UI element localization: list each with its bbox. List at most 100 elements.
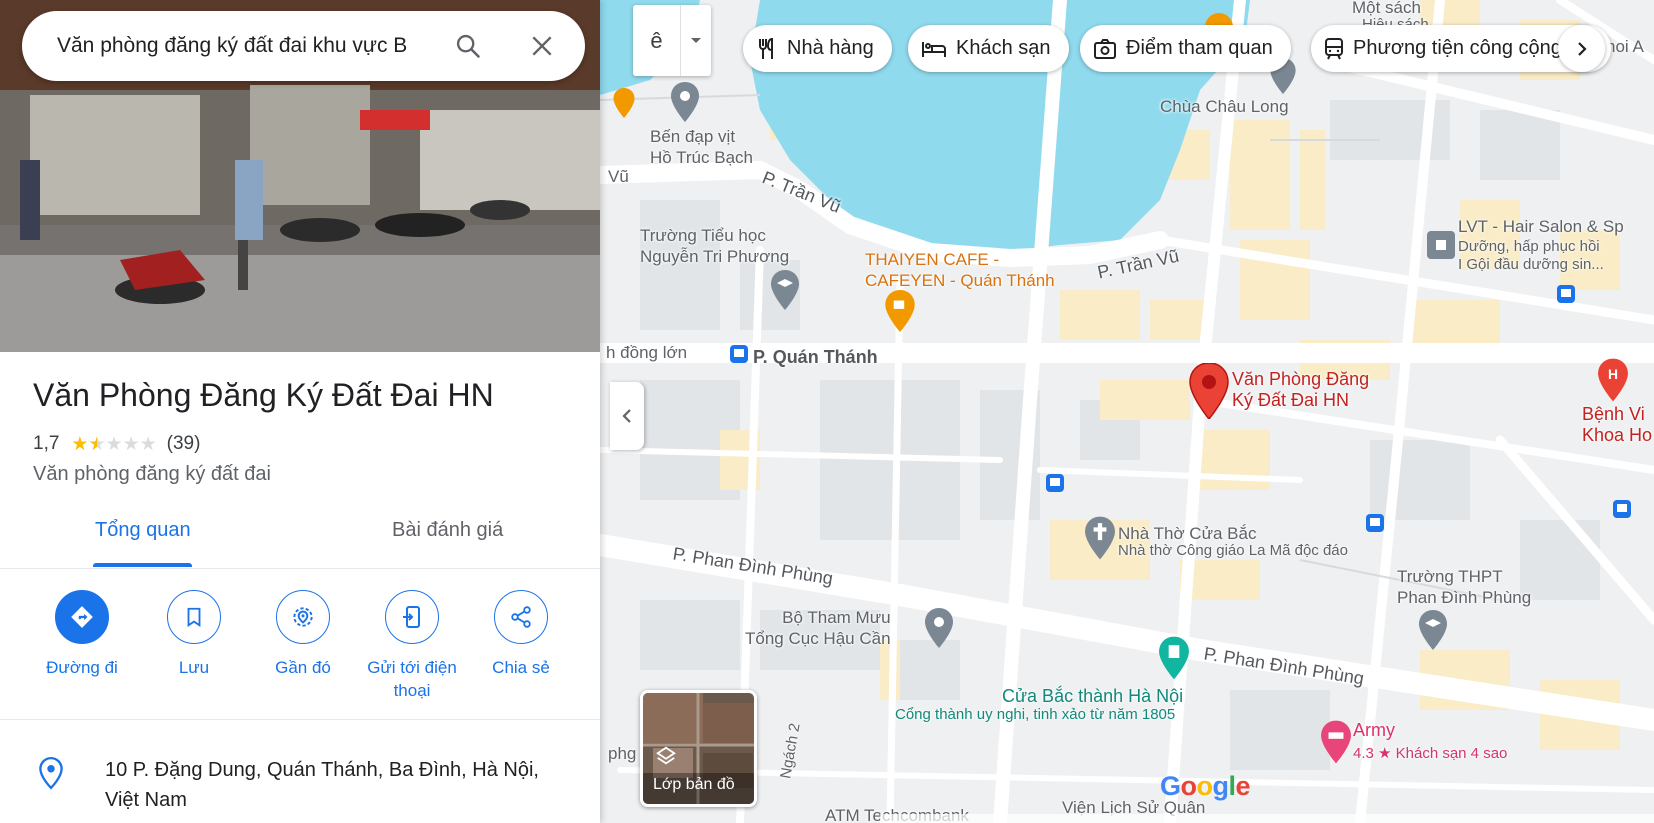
share-button[interactable]: Chia sẻ	[466, 590, 576, 679]
map-label-benh-vien[interactable]: Bệnh Vi Khoa Ho	[1582, 404, 1652, 446]
layers-icon	[656, 746, 676, 765]
map-label-bo-tham-muu[interactable]: Bộ Tham Mưu Tổng Cục Hậu Cần	[745, 607, 891, 649]
nearby-icon	[293, 607, 313, 627]
directions-circle	[55, 590, 109, 644]
input-tools-dropdown[interactable]	[681, 5, 711, 76]
send-to-phone-label: Gửi tới điện thoại	[367, 658, 457, 700]
layers-label: Lớp bản đồ	[653, 776, 735, 793]
chip-hotels[interactable]: Khách sạn	[908, 25, 1069, 72]
bookmark-icon	[187, 607, 201, 627]
bus-stop-icon-4[interactable]	[1365, 513, 1385, 533]
chevron-right-icon	[1577, 41, 1587, 56]
chevron-left-icon	[622, 409, 631, 423]
review-count[interactable]: (39)	[167, 433, 201, 455]
map-footer	[880, 814, 1654, 823]
send-to-phone-button[interactable]: Gửi tới điện thoại	[357, 590, 467, 702]
poi-pin-icon[interactable]	[670, 82, 700, 122]
hospital-pin-icon[interactable]: H	[1597, 358, 1629, 402]
tab-reviews[interactable]: Bài đánh giá	[392, 519, 503, 542]
save-circle	[167, 590, 221, 644]
cafe-pin-icon[interactable]	[884, 290, 916, 332]
save-label: Lưu	[178, 658, 210, 677]
close-icon	[532, 36, 552, 56]
rating-row[interactable]: 1,7 ★ ★ ★ ★ ★ (39)	[33, 433, 200, 455]
share-circle	[494, 590, 548, 644]
location-pin-icon	[39, 756, 63, 790]
directions-icon	[71, 606, 93, 628]
star-icon: ★	[88, 433, 106, 455]
map-label-lvt-salon[interactable]: LVT - Hair Salon & Sp	[1458, 216, 1624, 237]
input-tools-glyph: ê	[650, 27, 663, 53]
search-button[interactable]	[450, 28, 486, 64]
place-panel: Văn Phòng Đăng Ký Đất Đai HN 1,7 ★ ★ ★ ★…	[0, 0, 600, 823]
search-input[interactable]	[57, 34, 467, 58]
search-box[interactable]	[22, 11, 585, 81]
map-label-nha-tho-desc: Nhà thờ Công giáo La Mã độc đáo	[1118, 542, 1348, 559]
rating-value: 1,7	[33, 433, 60, 454]
place-category[interactable]: Văn phòng đăng ký đất đai	[33, 463, 271, 486]
tab-overview[interactable]: Tổng quan	[95, 519, 191, 542]
directions-button[interactable]: Đường đi	[27, 590, 137, 679]
search-icon	[456, 34, 480, 58]
map-label-noi-a: hoi A	[1606, 37, 1644, 56]
map-label-truong-thpt[interactable]: Trường THPT Phan Đình Phùng	[1397, 566, 1531, 608]
map-label-ben-dap-vit[interactable]: Bến đạp vịt Hồ Trúc Bạch	[650, 126, 753, 168]
send-to-phone-icon	[403, 606, 420, 628]
cafe-pin-icon-2[interactable]	[612, 88, 636, 118]
salon-pin-icon[interactable]	[1426, 230, 1456, 260]
chips-next-button[interactable]	[1558, 25, 1605, 72]
star-icon: ★	[139, 433, 157, 455]
chip-label: Khách sạn	[956, 37, 1051, 59]
star-icon: ★	[122, 433, 140, 455]
collapse-panel-button[interactable]	[610, 382, 644, 450]
layers-button[interactable]: Lớp bản đồ	[640, 690, 757, 807]
chip-restaurants[interactable]: Nhà hàng	[743, 25, 892, 72]
map-label-target-place[interactable]: Văn Phòng Đăng Ký Đất Đai HN	[1232, 369, 1369, 411]
bus-stop-icon-3[interactable]	[1556, 284, 1576, 304]
tab-active-indicator	[93, 563, 192, 567]
save-button[interactable]: Lưu	[139, 590, 249, 679]
church-pin-icon[interactable]	[1084, 516, 1116, 560]
map-label-vu: Vũ	[608, 167, 629, 186]
map-label-cua-bac-desc: Cổng thành uy nghi, tinh xảo từ năm 1805	[895, 706, 1176, 723]
bus-stop-icon[interactable]	[729, 344, 749, 364]
hotel-pin-icon[interactable]	[1320, 720, 1352, 764]
map-label-truong-tieu-hoc[interactable]: Trường Tiểu học Nguyễn Tri Phương	[640, 225, 789, 267]
input-tools-button[interactable]: ê	[633, 5, 711, 76]
transit-icon	[1325, 37, 1343, 59]
clear-search-button[interactable]	[524, 28, 560, 64]
place-pin-icon[interactable]	[1189, 363, 1229, 419]
share-icon	[511, 606, 531, 628]
send-to-phone-circle	[385, 590, 439, 644]
bus-stop-icon-2[interactable]	[1045, 473, 1065, 493]
hotel-icon	[922, 41, 946, 57]
map-label-dong-lon: h đồng lớn	[606, 343, 688, 362]
chip-label: Nhà hàng	[787, 37, 874, 59]
input-tools-main[interactable]: ê	[633, 5, 681, 76]
svg-text:H: H	[1608, 366, 1618, 382]
nearby-circle	[276, 590, 330, 644]
map-label-army-desc: 4.3 ★ Khách sạn 4 sao	[1353, 745, 1508, 762]
map-label-cua-bac[interactable]: Cửa Bắc thành Hà Nội	[1002, 686, 1183, 707]
bus-stop-icon-5[interactable]	[1612, 499, 1632, 519]
map-label-nha-tho[interactable]: Nhà Thờ Cửa Bắc	[1118, 523, 1256, 544]
map-label-p-quan-thanh: P. Quán Thánh	[753, 347, 878, 367]
nearby-button[interactable]: Gần đó	[248, 590, 358, 679]
map-label-lvt-desc: Dưỡng, hấp phục hồi I Gội đầu dưỡng sin.…	[1458, 238, 1604, 273]
map-label-thaiyen-cafe[interactable]: THAIYEN CAFE - CAFEYEN - Quán Thánh	[865, 249, 1055, 291]
school-pin-icon-2[interactable]	[1418, 610, 1448, 650]
school-pin-icon[interactable]	[770, 270, 800, 310]
monument-pin-icon[interactable]	[1158, 636, 1190, 680]
chip-attractions[interactable]: Điểm tham quan	[1080, 25, 1291, 72]
rating-stars: ★ ★ ★ ★ ★	[71, 435, 156, 454]
chevron-down-icon	[691, 37, 701, 43]
address-text[interactable]: 10 P. Đặng Dung, Quán Thánh, Ba Đình, Hà…	[105, 755, 565, 815]
map-label-phg: phg	[608, 744, 637, 763]
chip-label: Điểm tham quan	[1126, 37, 1273, 59]
poi-pin-icon-2[interactable]	[924, 608, 954, 648]
share-label: Chia sẻ	[492, 658, 550, 677]
google-logo: Google	[1160, 771, 1251, 801]
map-label-army[interactable]: Army	[1353, 720, 1395, 741]
star-icon: ★	[105, 433, 123, 455]
map-label-chua-chau-long[interactable]: Chùa Châu Long	[1160, 96, 1289, 117]
